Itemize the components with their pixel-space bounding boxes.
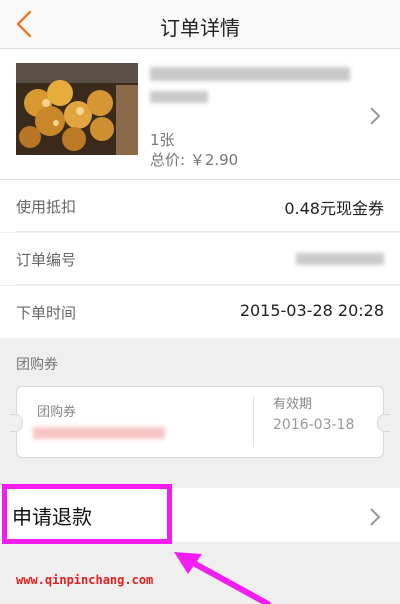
- chevron-right-icon: [370, 107, 381, 125]
- annotation-arrow-icon: [174, 552, 271, 604]
- ticket-notch-right: [377, 414, 390, 432]
- divider: [16, 284, 400, 285]
- refund-label: 申请退款: [12, 505, 92, 529]
- product-image: [16, 63, 138, 155]
- order-number-blurred: [296, 253, 384, 265]
- product-quantity: 1张: [150, 131, 175, 149]
- watermark-url: www.qinpinchang.com: [16, 573, 154, 587]
- row-label: 订单编号: [16, 251, 77, 269]
- product-price: 总价: ￥2.90: [150, 151, 239, 169]
- row-label: 使用抵扣: [16, 198, 77, 216]
- expiry-label: 有效期: [273, 397, 313, 412]
- coupon-section-title: 团购券: [16, 357, 58, 373]
- product-name-blurred: [150, 67, 350, 81]
- divider: [16, 231, 400, 232]
- ticket-notch-left: [10, 414, 23, 432]
- coupon-code-blurred: [33, 427, 165, 439]
- row-label: 下单时间: [16, 304, 77, 322]
- row-order-time: 下单时间 2015-03-28 20:28: [0, 286, 400, 338]
- row-value: 0.48元现金券: [284, 199, 384, 218]
- coupon-ticket[interactable]: 团购券 有效期 2016-03-18: [10, 386, 390, 458]
- product-card[interactable]: 1张 总价: ￥2.90: [0, 49, 400, 180]
- product-desc-blurred: [150, 91, 208, 103]
- coupon-label: 团购券: [37, 405, 77, 420]
- expiry-value: 2016-03-18: [273, 417, 355, 433]
- nav-header: 订单详情: [0, 0, 400, 49]
- chevron-right-icon: [370, 508, 381, 526]
- row-order-number: 订单编号: [0, 233, 400, 285]
- row-value: 2015-03-28 20:28: [239, 301, 384, 320]
- row-discount: 使用抵扣 0.48元现金券: [0, 180, 400, 232]
- refund-button[interactable]: 申请退款: [0, 488, 400, 542]
- ticket-divider: [253, 397, 254, 447]
- page-title: 订单详情: [160, 16, 240, 40]
